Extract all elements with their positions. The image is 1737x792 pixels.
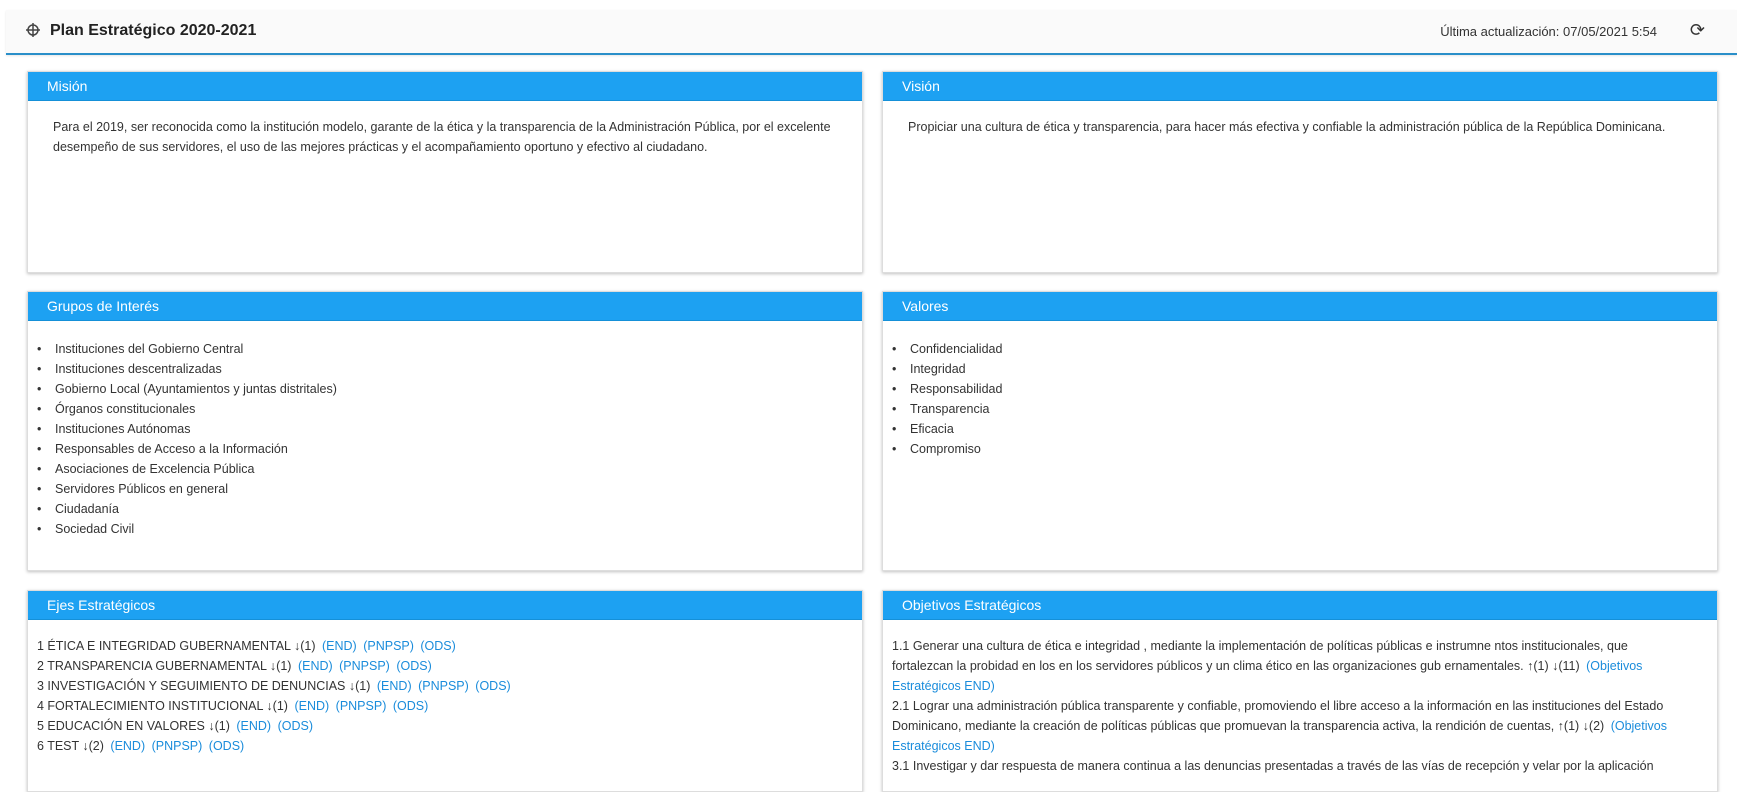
mision-card-title: Misión	[28, 72, 862, 101]
end-link[interactable]: (END)	[322, 639, 357, 653]
objetivo-text: 3.1 Investigar y dar respuesta de manera…	[892, 759, 1654, 773]
page-header: Plan Estratégico 2020-2021 Última actual…	[6, 10, 1737, 55]
end-link[interactable]: (END)	[294, 699, 329, 713]
eje-row: 1 ÉTICA E INTEGRIDAD GUBERNAMENTAL ↓(1) …	[37, 636, 862, 656]
list-item: Gobierno Local (Ayuntamientos y juntas d…	[37, 379, 862, 399]
valores-card: Valores Confidencialidad Integridad Resp…	[882, 291, 1718, 571]
list-item: Instituciones del Gobierno Central	[37, 339, 862, 359]
ejes-list: 1 ÉTICA E INTEGRIDAD GUBERNAMENTAL ↓(1) …	[28, 620, 862, 756]
eje-text: 3 INVESTIGACIÓN Y SEGUIMIENTO DE DENUNCI…	[37, 679, 371, 693]
end-link[interactable]: (END)	[236, 719, 271, 733]
eje-text: 1 ÉTICA E INTEGRIDAD GUBERNAMENTAL ↓(1)	[37, 639, 316, 653]
grupos-card-title: Grupos de Interés	[28, 292, 862, 321]
list-item: Instituciones Autónomas	[37, 419, 862, 439]
ejes-estrategicos-card: Ejes Estratégicos 1 ÉTICA E INTEGRIDAD G…	[27, 590, 863, 792]
eje-row: 3 INVESTIGACIÓN Y SEGUIMIENTO DE DENUNCI…	[37, 676, 862, 696]
valores-list: Confidencialidad Integridad Responsabili…	[883, 321, 1717, 459]
eje-row: 4 FORTALECIMIENTO INSTITUCIONAL ↓(1) (EN…	[37, 696, 862, 716]
eje-text: 4 FORTALECIMIENTO INSTITUCIONAL ↓(1)	[37, 699, 288, 713]
eje-row: 5 EDUCACIÓN EN VALORES ↓(1) (END) (ODS)	[37, 716, 862, 736]
mision-text: Para el 2019, ser reconocida como la ins…	[53, 120, 831, 154]
eje-row: 6 TEST ↓(2) (END) (PNPSP) (ODS)	[37, 736, 862, 756]
list-item: Ciudadanía	[37, 499, 862, 519]
eje-text: 6 TEST ↓(2)	[37, 739, 104, 753]
objetivo-text: 1.1 Generar una cultura de ética e integ…	[892, 639, 1628, 673]
pnpsp-link[interactable]: (PNPSP)	[336, 699, 387, 713]
ods-link[interactable]: (ODS)	[396, 659, 431, 673]
objetivo-text: 2.1 Lograr una administración pública tr…	[892, 699, 1664, 733]
list-item: Compromiso	[892, 439, 1717, 459]
ods-link[interactable]: (ODS)	[209, 739, 244, 753]
objetivo-item: 2.1 Lograr una administración pública tr…	[892, 696, 1691, 756]
ejes-card-title: Ejes Estratégicos	[28, 591, 862, 620]
eje-text: 2 TRANSPARENCIA GUBERNAMENTAL ↓(1)	[37, 659, 292, 673]
grupos-interes-card: Grupos de Interés Instituciones del Gobi…	[27, 291, 863, 571]
ods-link[interactable]: (ODS)	[475, 679, 510, 693]
refresh-icon[interactable]: ⟳	[1690, 20, 1705, 41]
mision-card: Misión Para el 2019, ser reconocida como…	[27, 71, 863, 273]
objetivos-card-title: Objetivos Estratégicos	[883, 591, 1717, 620]
objetivos-estrategicos-card: Objetivos Estratégicos 1.1 Generar una c…	[882, 590, 1718, 792]
list-item: Confidencialidad	[892, 339, 1717, 359]
ods-link[interactable]: (ODS)	[393, 699, 428, 713]
list-item: Transparencia	[892, 399, 1717, 419]
ods-link[interactable]: (ODS)	[420, 639, 455, 653]
pnpsp-link[interactable]: (PNPSP)	[339, 659, 390, 673]
objetivos-list: 1.1 Generar una cultura de ética e integ…	[883, 620, 1717, 776]
grupos-list: Instituciones del Gobierno Central Insti…	[28, 321, 862, 539]
list-item: Instituciones descentralizadas	[37, 359, 862, 379]
ods-link[interactable]: (ODS)	[278, 719, 313, 733]
list-item: Servidores Públicos en general	[37, 479, 862, 499]
list-item: Integridad	[892, 359, 1717, 379]
valores-card-title: Valores	[883, 292, 1717, 321]
eje-text: 5 EDUCACIÓN EN VALORES ↓(1)	[37, 719, 230, 733]
page-title: Plan Estratégico 2020-2021	[50, 22, 257, 39]
list-item: Asociaciones de Excelencia Pública	[37, 459, 862, 479]
end-link[interactable]: (END)	[298, 659, 333, 673]
objetivo-item: 3.1 Investigar y dar respuesta de manera…	[892, 756, 1691, 776]
end-link[interactable]: (END)	[110, 739, 145, 753]
pnpsp-link[interactable]: (PNPSP)	[418, 679, 469, 693]
end-link[interactable]: (END)	[377, 679, 412, 693]
list-item: Responsables de Acceso a la Información	[37, 439, 862, 459]
vision-card: Visión Propiciar una cultura de ética y …	[882, 71, 1718, 273]
vision-card-title: Visión	[883, 72, 1717, 101]
vision-text: Propiciar una cultura de ética y transpa…	[908, 120, 1666, 134]
pnpsp-link[interactable]: (PNPSP)	[152, 739, 203, 753]
pnpsp-link[interactable]: (PNPSP)	[363, 639, 414, 653]
list-item: Sociedad Civil	[37, 519, 862, 539]
eje-row: 2 TRANSPARENCIA GUBERNAMENTAL ↓(1) (END)…	[37, 656, 862, 676]
list-item: Eficacia	[892, 419, 1717, 439]
crosshair-icon	[26, 23, 40, 37]
list-item: Órganos constitucionales	[37, 399, 862, 419]
last-updated-label: Última actualización: 07/05/2021 5:54	[1440, 24, 1657, 39]
list-item: Responsabilidad	[892, 379, 1717, 399]
objetivo-item: 1.1 Generar una cultura de ética e integ…	[892, 636, 1691, 696]
